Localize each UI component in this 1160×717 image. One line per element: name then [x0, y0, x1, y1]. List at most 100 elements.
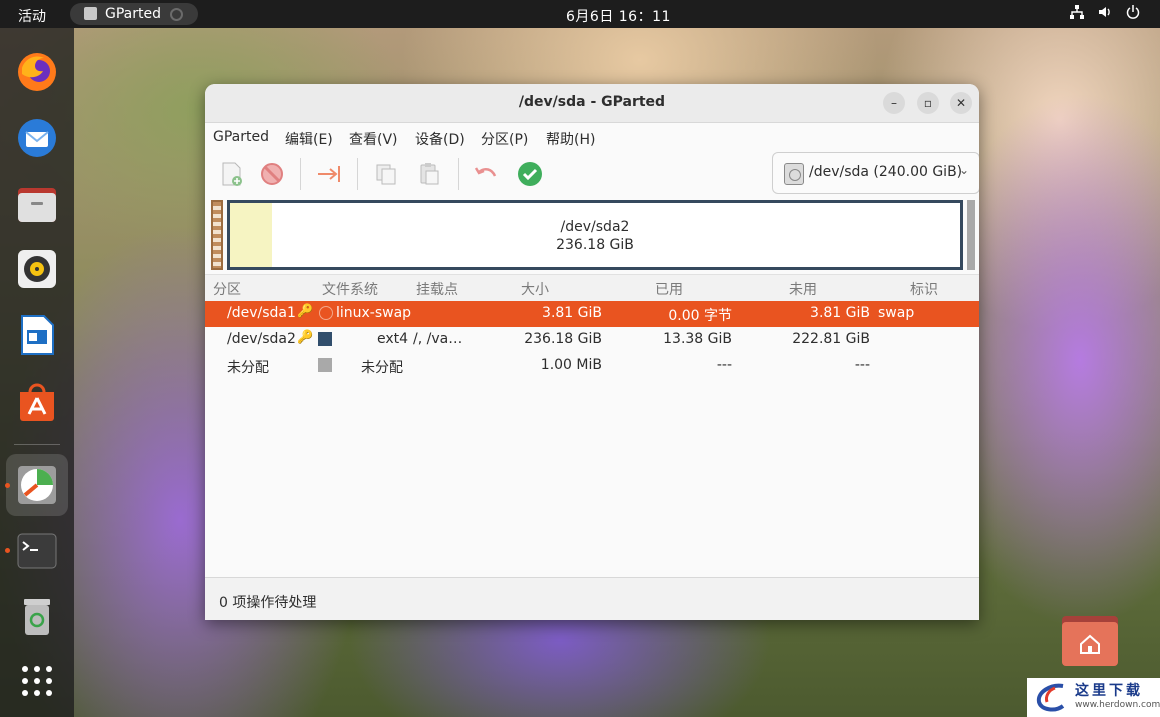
resize-move-button[interactable] [315, 160, 343, 188]
key-icon: 🔑 [297, 330, 314, 345]
undo-button[interactable] [472, 160, 500, 188]
partition-map-label: /dev/sda2 [560, 219, 630, 235]
gparted-app-icon[interactable] [14, 462, 60, 508]
cell-filesystem: linux-swap [336, 305, 412, 321]
thunderbird-icon[interactable] [14, 114, 60, 160]
cell-size: 1.00 MiB [540, 357, 602, 373]
filesystem-color-swatch [319, 306, 333, 320]
partition-map: /dev/sda2 236.18 GiB [209, 198, 975, 270]
toolbar-separator [300, 158, 301, 190]
copy-button[interactable] [372, 160, 400, 188]
chevron-down-icon: ⌄ [958, 163, 969, 177]
device-selector-label: /dev/sda (240.00 GiB) [809, 164, 963, 180]
power-icon[interactable] [1124, 4, 1142, 24]
cell-partition: 未分配 [227, 360, 269, 376]
libreoffice-writer-icon[interactable] [14, 312, 60, 358]
network-icon[interactable] [1068, 4, 1086, 24]
system-tray[interactable] [1068, 4, 1148, 24]
menu-edit[interactable]: 编辑(E) [285, 129, 333, 149]
dock [0, 28, 74, 717]
partition-block-unallocated[interactable] [967, 200, 975, 270]
pending-operations-status: 0 项操作待处理 [219, 595, 317, 611]
partition-used-fill [230, 203, 272, 267]
terminal-icon[interactable] [14, 528, 60, 574]
partition-block-sda1[interactable] [211, 200, 223, 270]
activities-button[interactable]: 活动 [18, 6, 46, 26]
toolbar-separator [458, 158, 459, 190]
watermark: 这里下载 www.herdown.com [1027, 678, 1160, 717]
title-bar[interactable]: /dev/sda - GParted – ▫ ✕ [205, 84, 979, 123]
clock[interactable]: 6月6日 16：11 [566, 6, 671, 26]
partition-block-sda2[interactable]: /dev/sda2 236.18 GiB [227, 200, 963, 270]
toolbar-separator [357, 158, 358, 190]
show-apps-icon[interactable] [14, 658, 60, 704]
menu-gparted[interactable]: GParted [213, 129, 269, 145]
apply-button[interactable] [516, 160, 544, 188]
filesystem-color-swatch [318, 358, 332, 372]
watermark-title: 这里下载 [1075, 683, 1143, 699]
column-header-flags[interactable]: 标识 [910, 279, 938, 299]
cell-used: 13.38 GiB [663, 331, 732, 347]
column-header-mountpoint[interactable]: 挂载点 [416, 279, 458, 299]
window-title: /dev/sda - GParted [518, 94, 666, 110]
table-row[interactable]: /dev/sda2 🔑 ext4 /, /va… 236.18 GiB 13.3… [205, 327, 979, 353]
menu-bar: GParted 编辑(E) 查看(V) 设备(D) 分区(P) 帮助(H) [205, 123, 979, 151]
cell-filesystem: 未分配 [361, 360, 403, 376]
table-row[interactable]: /dev/sda1 🔑 linux-swap 3.81 GiB 0.00 字节 … [205, 301, 979, 327]
hard-disk-icon [784, 163, 804, 185]
new-partition-button[interactable] [218, 160, 246, 188]
cell-filesystem: ext4 [377, 331, 409, 347]
cell-used: --- [716, 357, 732, 373]
cell-used: 0.00 字节 [668, 308, 732, 324]
maximize-button[interactable]: ▫ [917, 92, 939, 114]
gparted-window: /dev/sda - GParted – ▫ ✕ GParted 编辑(E) 查… [205, 84, 979, 620]
loading-spinner-icon [170, 8, 183, 21]
minimize-button[interactable]: – [883, 92, 905, 114]
cell-unused: 222.81 GiB [792, 331, 870, 347]
running-indicator [5, 548, 10, 553]
table-row[interactable]: 未分配 未分配 1.00 MiB --- --- [205, 353, 979, 379]
menu-partition[interactable]: 分区(P) [481, 129, 528, 149]
running-indicator [5, 483, 10, 488]
cell-size: 236.18 GiB [524, 331, 602, 347]
cell-unused: --- [854, 357, 870, 373]
device-selector[interactable]: /dev/sda (240.00 GiB) ⌄ [772, 152, 979, 194]
files-icon[interactable] [14, 180, 60, 226]
dock-separator [14, 444, 60, 445]
status-bar: 0 项操作待处理 [205, 577, 979, 620]
trash-icon[interactable] [14, 594, 60, 640]
column-header-size[interactable]: 大小 [521, 279, 549, 299]
app-menu-button[interactable]: GParted [70, 3, 198, 25]
cell-mountpoint: /, /va… [413, 331, 463, 347]
toolbar: /dev/sda (240.00 GiB) ⌄ [205, 152, 979, 196]
column-header-partition[interactable]: 分区 [213, 279, 241, 299]
cell-partition: /dev/sda1 [227, 305, 296, 321]
cell-size: 3.81 GiB [542, 305, 602, 321]
table-header: 分区 文件系统 挂载点 大小 已用 未用 标识 [205, 274, 979, 302]
filesystem-color-swatch [318, 332, 332, 346]
app-center-icon[interactable] [14, 378, 60, 424]
partition-map-size: 236.18 GiB [556, 237, 634, 253]
rhythmbox-icon[interactable] [14, 246, 60, 292]
watermark-url: www.herdown.com [1075, 700, 1160, 710]
app-menu-label: GParted [105, 6, 161, 22]
top-bar: 活动 GParted 6月6日 16：11 [0, 0, 1160, 28]
cell-partition: /dev/sda2 [227, 331, 296, 347]
key-icon: 🔑 [297, 304, 314, 319]
close-button[interactable]: ✕ [950, 92, 972, 114]
firefox-icon[interactable] [14, 48, 60, 94]
column-header-used[interactable]: 已用 [655, 279, 683, 299]
menu-view[interactable]: 查看(V) [349, 129, 398, 149]
paste-button[interactable] [415, 160, 443, 188]
cell-unused: 3.81 GiB [810, 305, 870, 321]
home-folder-icon[interactable] [1062, 612, 1118, 666]
gparted-icon [84, 7, 97, 20]
column-header-unused[interactable]: 未用 [789, 279, 817, 299]
delete-partition-button[interactable] [258, 160, 286, 188]
menu-device[interactable]: 设备(D) [415, 129, 465, 149]
menu-help[interactable]: 帮助(H) [546, 129, 595, 149]
volume-icon[interactable] [1096, 4, 1114, 24]
watermark-logo [1036, 683, 1065, 712]
cell-flags: swap [878, 305, 915, 321]
column-header-filesystem[interactable]: 文件系统 [322, 279, 378, 299]
